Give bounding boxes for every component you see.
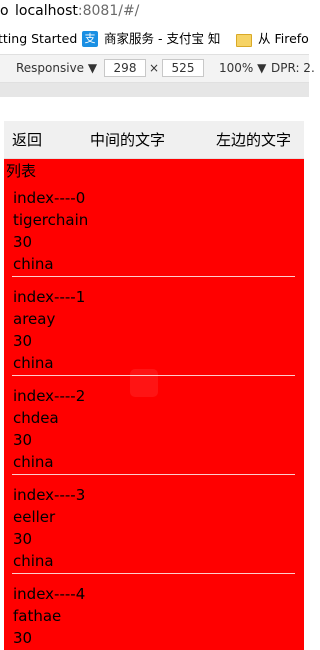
item-index: index----4 bbox=[13, 585, 86, 603]
header-right-text[interactable]: 左边的文字 bbox=[216, 130, 291, 150]
item-separator bbox=[12, 474, 295, 475]
item-country: china bbox=[13, 255, 54, 273]
folder-icon bbox=[236, 33, 252, 47]
app-header: 返回 中间的文字 左边的文字 bbox=[4, 121, 304, 159]
device-label: Responsive bbox=[16, 61, 85, 75]
item-age: 30 bbox=[13, 530, 33, 548]
item-country: china bbox=[13, 552, 54, 570]
bookmark-alipay[interactable]: 支 商家服务 - 支付宝 知 bbox=[82, 26, 220, 52]
item-index: index----2 bbox=[13, 387, 86, 405]
header-middle-text: 中间的文字 bbox=[90, 131, 166, 149]
address-host: localhost bbox=[15, 3, 78, 19]
item-age: 30 bbox=[13, 332, 33, 350]
list-item[interactable]: index----2 chdea 30 china bbox=[4, 385, 304, 484]
zoom-select[interactable]: 100% ▼ bbox=[219, 60, 266, 76]
watermark-icon bbox=[130, 369, 158, 397]
bookmark-firefox-folder[interactable]: 从 Firefox bbox=[236, 26, 309, 52]
bookmarks-bar: tting Started 支 商家服务 - 支付宝 知 从 Firefox bbox=[0, 26, 309, 52]
device-select[interactable]: Responsive ▼ bbox=[16, 60, 97, 76]
bookmark-label: 从 Firefox bbox=[258, 31, 309, 46]
item-age: 30 bbox=[13, 629, 33, 647]
chevron-down-icon: ▼ bbox=[87, 61, 98, 75]
dpr-label[interactable]: DPR: 2. bbox=[271, 60, 315, 76]
item-age: 30 bbox=[13, 233, 33, 251]
item-name: eeller bbox=[13, 508, 56, 526]
item-name: areay bbox=[13, 310, 56, 328]
bookmark-label: 商家服务 - 支付宝 知 bbox=[104, 31, 221, 46]
height-input[interactable]: 525 bbox=[162, 59, 204, 77]
item-name: chdea bbox=[13, 409, 59, 427]
times-sign: × bbox=[149, 61, 160, 75]
back-button[interactable]: 返回 bbox=[12, 130, 42, 150]
alipay-icon: 支 bbox=[82, 31, 98, 47]
item-index: index----3 bbox=[13, 486, 86, 504]
item-country: china bbox=[13, 354, 54, 372]
chevron-down-icon: ▼ bbox=[257, 61, 267, 75]
width-input[interactable]: 298 bbox=[104, 59, 146, 77]
item-index: index----1 bbox=[13, 288, 86, 306]
list-item[interactable]: index----0 tigerchain 30 china bbox=[4, 187, 304, 286]
list-item[interactable]: index----3 eeller 30 china bbox=[4, 484, 304, 583]
item-separator bbox=[12, 276, 295, 277]
item-separator bbox=[12, 573, 295, 574]
zoom-label: 100% bbox=[219, 61, 254, 75]
address-path: :8081/#/ bbox=[77, 3, 140, 19]
item-country: china bbox=[13, 453, 54, 471]
item-age: 30 bbox=[13, 431, 33, 449]
item-index: index----0 bbox=[13, 189, 86, 207]
list-item[interactable]: index----4 fathae 30 bbox=[4, 583, 304, 650]
list-title: 列表 bbox=[6, 162, 37, 180]
device-toolbar: Responsive ▼ 298 × 525 100% ▼ DPR: 2. bbox=[0, 54, 315, 83]
bookmark-getting-started[interactable]: tting Started bbox=[0, 26, 77, 52]
address-bar[interactable]: o localhost:8081/#/ bbox=[0, 0, 309, 24]
item-name: tigerchain bbox=[13, 211, 89, 229]
address-prefix: o bbox=[0, 3, 9, 19]
item-name: fathae bbox=[13, 607, 62, 625]
list-area[interactable]: 列表 index----0 tigerchain 30 china index-… bbox=[4, 159, 304, 650]
toolbar-gap bbox=[0, 83, 309, 97]
bookmark-label: tting Started bbox=[0, 31, 78, 46]
